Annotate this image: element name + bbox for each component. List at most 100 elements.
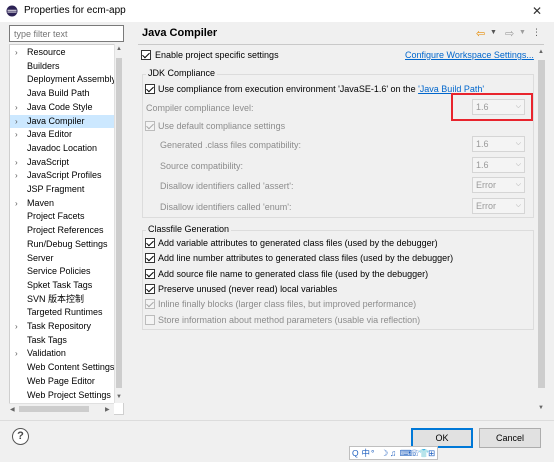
chevron-down-icon: ⌵ [515, 201, 521, 209]
cancel-button[interactable]: Cancel [479, 428, 541, 448]
ime-toolbar-icon[interactable]: ° [371, 446, 374, 460]
tree-item[interactable]: › Validation [10, 347, 114, 361]
use-compliance-checkbox[interactable] [145, 84, 155, 94]
compliance-option-select[interactable]: 1.6 ⌵ [472, 136, 525, 152]
chevron-right-icon[interactable]: › [15, 320, 23, 334]
scroll-down-icon[interactable]: ▼ [538, 404, 544, 412]
compliance-option-label: Source compatibility: [160, 160, 244, 171]
chevron-down-icon[interactable]: ▼ [490, 29, 497, 36]
tree-item-label: Javadoc Location [27, 142, 98, 153]
panel-sash[interactable] [128, 22, 132, 415]
tree-item-label: Run/Debug Settings [27, 238, 108, 249]
tree-item[interactable]: › JavaScript [10, 156, 114, 170]
scroll-down-icon[interactable]: ▼ [116, 393, 122, 401]
filter-input[interactable] [14, 27, 119, 40]
classfile-option-checkbox[interactable] [145, 299, 155, 310]
tree-item-label: Resource [27, 47, 66, 57]
chevron-right-icon[interactable]: › [15, 169, 23, 183]
jdk-compliance-title: JDK Compliance [146, 68, 218, 78]
tree-item-label: Validation [27, 348, 66, 359]
tree-item[interactable]: Spket Task Tags [10, 279, 114, 293]
compliance-option-select[interactable]: Error ⌵ [472, 197, 525, 214]
ime-toolbar-icon[interactable]: ☽ [381, 446, 389, 460]
ime-toolbar-icon[interactable]: 中 [362, 446, 371, 460]
help-button[interactable]: ? [12, 428, 29, 445]
tree-item[interactable]: Service Policies [10, 265, 114, 279]
tree-item[interactable]: Web Content Settings [10, 361, 114, 375]
chevron-right-icon[interactable]: › [15, 347, 23, 361]
tree-item[interactable]: Java Build Path [10, 87, 114, 101]
tree-item[interactable]: › Java Code Style [10, 101, 114, 115]
scroll-left-icon[interactable]: ◀ [10, 406, 15, 414]
arrow-right-icon[interactable]: ⇨ [505, 27, 514, 40]
classfile-option-label: Store information about method parameter… [158, 314, 421, 325]
classfile-option-checkbox[interactable] [145, 314, 155, 325]
tree-item-label: Deployment Assembly [27, 74, 114, 85]
tree-item-label: Project Facets [27, 211, 85, 222]
use-default-compliance-checkbox[interactable] [145, 121, 155, 131]
chevron-right-icon[interactable]: › [15, 101, 23, 115]
use-compliance-text: Use compliance from execution environmen… [158, 84, 419, 94]
classfile-option-checkbox[interactable] [145, 238, 155, 248]
tree-item-label: Java Editor [27, 129, 73, 140]
tree-item-label: JavaScript [27, 156, 70, 167]
tree-item[interactable]: Project Facets [10, 210, 114, 224]
classfile-option-label: Preserve unused (never read) local varia… [158, 283, 338, 294]
tree-item[interactable]: Builders [10, 60, 114, 74]
tree-item-label: Targeted Runtimes [27, 307, 103, 318]
tree-item[interactable]: Web Project Settings [10, 389, 114, 403]
scroll-right-icon[interactable]: ▶ [105, 406, 110, 414]
classfile-option-label: Add line number attributes to generated … [158, 253, 454, 264]
tree-item[interactable]: Javadoc Location [10, 142, 114, 156]
tree-item[interactable]: Targeted Runtimes [10, 306, 114, 320]
enable-specific-checkbox[interactable] [141, 50, 151, 60]
tree-item[interactable]: › Resource [10, 46, 114, 60]
tree-scroll-thumb[interactable] [116, 58, 122, 388]
tree-item[interactable]: Task Tags [10, 334, 114, 348]
page-scroll-thumb[interactable] [538, 60, 545, 388]
chevron-right-icon[interactable]: › [15, 197, 23, 211]
classfile-option-checkbox[interactable] [145, 268, 155, 279]
tree-item[interactable]: Server [10, 252, 114, 266]
scroll-up-icon[interactable]: ▲ [538, 48, 544, 56]
tree-item[interactable]: Run/Debug Settings [10, 238, 114, 252]
ok-button[interactable]: OK [411, 428, 473, 448]
tree-item[interactable]: › JavaScript Profiles [10, 169, 114, 183]
arrow-left-icon[interactable]: ⇦ [476, 27, 485, 40]
tree-hscroll-thumb[interactable] [19, 406, 89, 412]
chevron-down-icon: ⌵ [515, 140, 521, 147]
chevron-right-icon[interactable]: › [15, 46, 23, 60]
compliance-option-value: Error [476, 180, 496, 190]
use-compliance-label: Use compliance from execution environmen… [158, 84, 484, 94]
tree-item[interactable]: Web Page Editor [10, 375, 114, 389]
tree-item-label: Project References [27, 225, 104, 236]
tree-item[interactable]: Deployment Assembly [10, 73, 114, 87]
tree-item[interactable]: › Java Compiler [10, 114, 114, 129]
compliance-option-value: Error [476, 200, 496, 211]
eclipse-app-icon [6, 5, 18, 17]
tree-item[interactable]: › Task Repository [10, 320, 114, 334]
chevron-right-icon[interactable]: › [15, 128, 23, 142]
classfile-option-checkbox[interactable] [145, 253, 155, 264]
ime-toolbar-icon[interactable]: ♫ [390, 446, 396, 460]
tree-item[interactable]: Project References [10, 224, 114, 238]
tree-item[interactable]: JSP Fragment [10, 183, 114, 197]
compliance-option-select[interactable]: Error ⌵ [472, 177, 525, 193]
chevron-down-icon[interactable]: ▼ [519, 29, 526, 36]
tree-item-label: Spket Task Tags [27, 279, 93, 290]
chevron-right-icon[interactable]: › [15, 115, 23, 129]
view-menu-icon[interactable]: ⋮ [532, 27, 541, 38]
tree-item[interactable]: SVN 版本控制 [10, 293, 114, 307]
chevron-right-icon[interactable]: › [15, 156, 23, 170]
classfile-option-label: Inline finally blocks (larger class file… [158, 299, 417, 310]
tree-item[interactable]: › Maven [10, 197, 114, 211]
ime-toolbar-icon[interactable]: ⊞ [428, 446, 435, 460]
tree-item[interactable]: › Java Editor [10, 128, 114, 142]
scroll-up-icon[interactable]: ▲ [116, 45, 122, 53]
compliance-option-select[interactable]: 1.6 ⌵ [472, 156, 525, 173]
classfile-option-checkbox[interactable] [145, 283, 155, 294]
close-icon[interactable]: ✕ [527, 3, 547, 19]
ime-toolbar-icon[interactable]: Q [352, 446, 359, 460]
filter-field[interactable] [9, 25, 124, 42]
configure-workspace-link[interactable]: Configure Workspace Settings... [405, 50, 534, 60]
